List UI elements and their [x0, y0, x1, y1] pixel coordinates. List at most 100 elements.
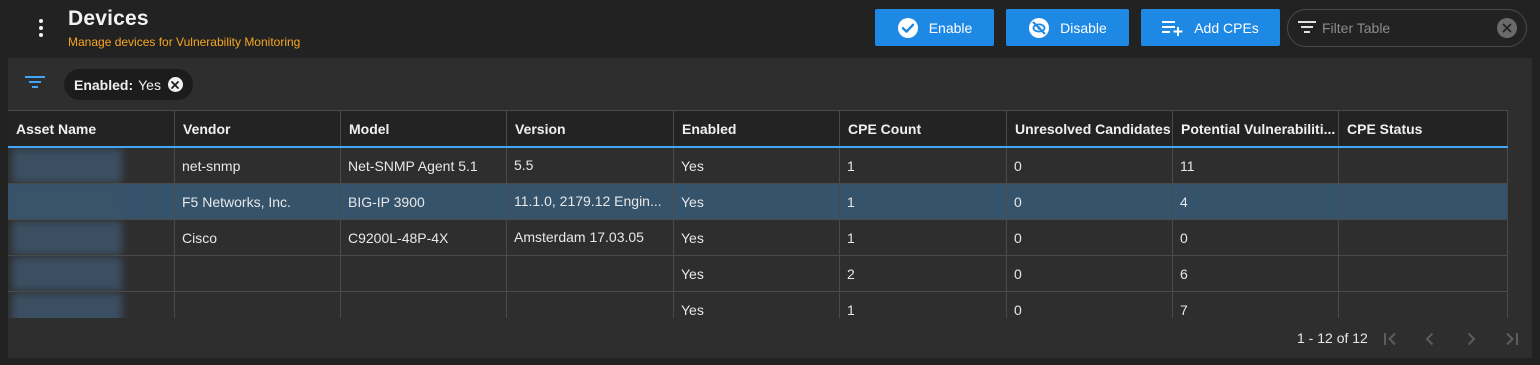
enabled-cell: Yes	[674, 184, 840, 219]
version-cell: 5.5	[507, 148, 674, 183]
table-row[interactable]: Cisco C9200L-48P-4X Amsterdam 17.03.05 Y…	[8, 220, 1508, 256]
next-page-button[interactable]	[1460, 328, 1482, 350]
potential-vulns-cell: 6	[1173, 256, 1339, 291]
page-title: Devices	[68, 7, 149, 30]
visibility-off-icon	[1029, 17, 1050, 38]
filter-chip-bar: Enabled: Yes	[8, 58, 1532, 110]
cpe-status-cell	[1339, 220, 1508, 255]
table-body: net-snmp Net-SNMP Agent 5.1 5.5 Yes 1 0 …	[8, 148, 1508, 318]
model-cell: C9200L-48P-4X	[341, 220, 507, 255]
add-cpes-label: Add CPEs	[1194, 19, 1259, 36]
potential-vulns-cell: 11	[1173, 148, 1339, 183]
enabled-cell: Yes	[674, 148, 840, 183]
col-header-model[interactable]: Model	[341, 111, 507, 146]
close-icon	[1502, 23, 1512, 33]
more-vert-icon[interactable]	[30, 16, 52, 40]
chip-key: Enabled:	[74, 76, 134, 93]
table-row[interactable]: Yes 2 0 6	[8, 256, 1508, 292]
version-cell	[507, 292, 674, 318]
col-header-potential-vulnerabilities[interactable]: Potential Vulnerabiliti...	[1173, 111, 1339, 146]
clear-filter-button[interactable]	[1497, 18, 1517, 38]
filter-chip-enabled[interactable]: Enabled: Yes	[64, 69, 193, 100]
disable-label: Disable	[1060, 19, 1107, 36]
filter-table-input[interactable]	[1322, 18, 1492, 38]
last-page-button[interactable]	[1501, 328, 1523, 350]
cpe-status-cell	[1339, 292, 1508, 318]
vendor-cell	[175, 292, 341, 318]
col-header-cpe-count[interactable]: CPE Count	[840, 111, 1007, 146]
redacted-asset-name	[12, 256, 122, 291]
table-row[interactable]: net-snmp Net-SNMP Agent 5.1 5.5 Yes 1 0 …	[8, 148, 1508, 184]
vendor-cell: net-snmp	[175, 148, 341, 183]
vendor-cell: F5 Networks, Inc.	[175, 184, 341, 219]
model-cell	[341, 256, 507, 291]
enable-label: Enable	[928, 19, 973, 36]
col-header-enabled[interactable]: Enabled	[674, 111, 840, 146]
cpe-count-cell: 2	[840, 256, 1007, 291]
version-cell	[507, 256, 674, 291]
check-circle-icon	[897, 17, 918, 38]
table-row[interactable]: Yes 1 0 7	[8, 292, 1508, 318]
cpe-count-cell: 1	[840, 148, 1007, 183]
cpe-count-cell: 1	[840, 184, 1007, 219]
unresolved-cell: 0	[1007, 220, 1173, 255]
version-cell: 11.1.0, 2179.12 Engin...	[507, 184, 674, 219]
disable-button[interactable]: Disable	[1006, 9, 1129, 46]
cpe-count-cell: 1	[840, 292, 1007, 318]
potential-vulns-cell: 0	[1173, 220, 1339, 255]
chevron-left-icon	[1425, 332, 1434, 346]
table-row[interactable]: F5 Networks, Inc. BIG-IP 3900 11.1.0, 21…	[8, 184, 1508, 220]
asset-name-cell	[8, 148, 175, 183]
cpe-count-cell: 1	[840, 220, 1007, 255]
previous-page-button[interactable]	[1419, 328, 1441, 350]
page-subtitle: Manage devices for Vulnerability Monitor…	[68, 35, 301, 49]
model-cell: BIG-IP 3900	[341, 184, 507, 219]
potential-vulns-cell: 7	[1173, 292, 1339, 318]
cpe-status-cell	[1339, 256, 1508, 291]
col-header-asset-name[interactable]: Asset Name	[8, 111, 175, 146]
redacted-asset-name	[12, 148, 122, 183]
filter-icon[interactable]	[25, 74, 45, 90]
vendor-cell	[175, 256, 341, 291]
page-header: Devices Manage devices for Vulnerability…	[0, 0, 1540, 58]
enabled-cell: Yes	[674, 220, 840, 255]
first-page-icon	[1384, 332, 1396, 346]
model-cell: Net-SNMP Agent 5.1	[341, 148, 507, 183]
vertical-scrollbar[interactable]	[1508, 110, 1532, 318]
col-header-unresolved-candidates[interactable]: Unresolved Candidates	[1007, 111, 1173, 146]
enabled-cell: Yes	[674, 292, 840, 318]
chip-remove-icon[interactable]	[167, 77, 183, 92]
cpe-status-cell	[1339, 148, 1508, 183]
asset-name-cell	[8, 256, 175, 291]
asset-name-cell	[8, 220, 175, 255]
potential-vulns-cell: 4	[1173, 184, 1339, 219]
table-header: Asset Name Vendor Model Version Enabled …	[8, 111, 1508, 148]
last-page-icon	[1506, 332, 1518, 346]
col-header-cpe-status[interactable]: CPE Status	[1339, 111, 1508, 146]
redacted-asset-name	[12, 184, 122, 219]
chip-value: Yes	[138, 76, 161, 93]
vendor-cell: Cisco	[175, 220, 341, 255]
devices-panel: Enabled: Yes Asset Name Vendor Model Ver…	[8, 58, 1532, 358]
paginator: 1 - 12 of 12	[8, 318, 1532, 358]
filter-list-icon	[1298, 21, 1316, 33]
first-page-button[interactable]	[1379, 328, 1401, 350]
chevron-right-icon	[1467, 332, 1476, 346]
asset-name-cell	[8, 292, 175, 318]
add-cpes-button[interactable]: Add CPEs	[1141, 9, 1280, 46]
filter-table-field	[1287, 9, 1527, 47]
model-cell	[341, 292, 507, 318]
unresolved-cell: 0	[1007, 148, 1173, 183]
paginator-range-label: 1 - 12 of 12	[1297, 330, 1368, 346]
enable-button[interactable]: Enable	[875, 9, 994, 46]
unresolved-cell: 0	[1007, 292, 1173, 318]
asset-name-cell	[8, 184, 175, 219]
redacted-asset-name	[12, 220, 122, 255]
unresolved-cell: 0	[1007, 184, 1173, 219]
devices-table: Asset Name Vendor Model Version Enabled …	[8, 110, 1508, 318]
col-header-vendor[interactable]: Vendor	[175, 111, 341, 146]
col-header-version[interactable]: Version	[507, 111, 674, 146]
enabled-cell: Yes	[674, 256, 840, 291]
version-cell: Amsterdam 17.03.05	[507, 220, 674, 255]
playlist-add-icon	[1162, 20, 1183, 36]
